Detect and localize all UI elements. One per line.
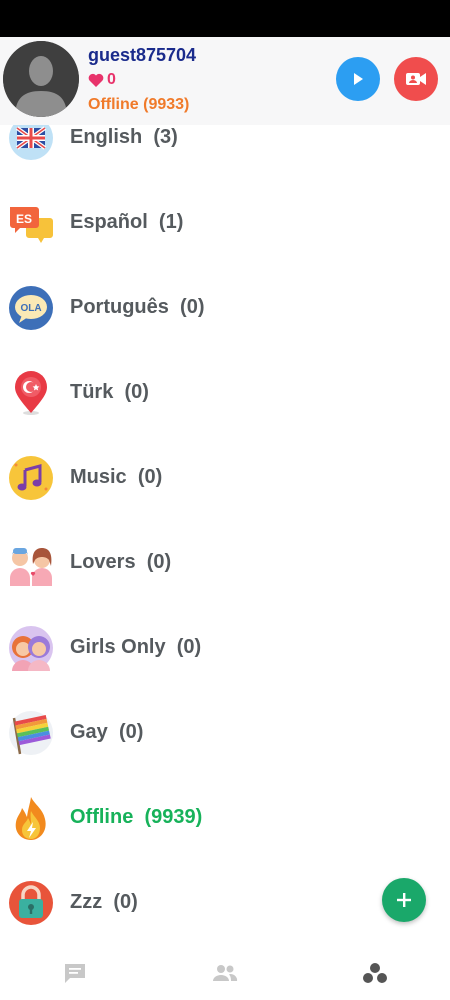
video-call-icon bbox=[406, 73, 426, 85]
likes-value: 0 bbox=[107, 71, 116, 88]
nav-rooms[interactable] bbox=[300, 945, 450, 1000]
nav-chats[interactable] bbox=[0, 945, 150, 1000]
chat-icon bbox=[65, 963, 85, 983]
girls-icon bbox=[9, 625, 53, 671]
room-item-music[interactable]: Music (0) bbox=[0, 435, 450, 520]
room-label-lovers: Lovers (0) bbox=[70, 551, 172, 573]
ola-icon-text: OLA bbox=[20, 303, 41, 314]
turkey-pin-icon bbox=[15, 370, 47, 415]
room-item-offline[interactable]: Offline (9939) bbox=[0, 775, 450, 860]
music-note-icon bbox=[9, 455, 53, 500]
heart-icon bbox=[88, 73, 104, 87]
online-status: Offline (9933) bbox=[88, 96, 190, 113]
room-item-portugues[interactable]: OLA Português (0) bbox=[0, 265, 450, 350]
room-label-music: Music (0) bbox=[70, 466, 163, 488]
play-button[interactable] bbox=[336, 57, 380, 101]
room-label-gay: Gay (0) bbox=[70, 721, 144, 743]
play-icon bbox=[354, 73, 363, 85]
room-item-turk[interactable]: Türk (0) bbox=[0, 350, 450, 435]
rainbow-flag-icon bbox=[9, 710, 53, 755]
room-label-english: English (3) bbox=[70, 126, 178, 148]
ola-bubble-icon: OLA bbox=[9, 285, 53, 330]
plus-icon bbox=[397, 893, 411, 907]
username: guest875704 bbox=[88, 45, 197, 65]
room-item-girls-only[interactable]: Girls Only (0) bbox=[0, 605, 450, 690]
room-label-espanol: Español (1) bbox=[70, 211, 184, 233]
nav-contacts[interactable] bbox=[150, 945, 300, 1000]
es-chat-icon: ES bbox=[10, 206, 53, 243]
room-label-turk: Türk (0) bbox=[70, 381, 149, 403]
avatar[interactable] bbox=[3, 41, 79, 117]
room-label-portugues: Português (0) bbox=[70, 296, 205, 318]
video-call-button[interactable] bbox=[394, 57, 438, 101]
profile-header: guest875704 0 Offline (9933) bbox=[0, 37, 450, 125]
lovers-icon bbox=[10, 547, 52, 586]
es-icon-text: ES bbox=[16, 212, 32, 226]
status-bar bbox=[0, 0, 450, 37]
room-label-girls-only: Girls Only (0) bbox=[70, 636, 202, 658]
rooms-icon bbox=[363, 962, 387, 983]
avatar-silhouette-icon bbox=[3, 41, 79, 117]
bottom-nav bbox=[0, 945, 450, 1000]
room-item-lovers[interactable]: Lovers (0) bbox=[0, 520, 450, 605]
likes-count: 0 bbox=[88, 71, 116, 89]
room-item-gay[interactable]: Gay (0) bbox=[0, 690, 450, 775]
fire-icon bbox=[15, 796, 46, 840]
lock-icon bbox=[9, 880, 53, 925]
room-item-espanol[interactable]: ES Español (1) bbox=[0, 180, 450, 265]
room-label-zzz: Zzz (0) bbox=[70, 891, 138, 913]
room-label-offline: Offline (9939) bbox=[70, 806, 203, 828]
add-room-button[interactable] bbox=[382, 878, 426, 922]
contacts-icon bbox=[213, 964, 238, 981]
